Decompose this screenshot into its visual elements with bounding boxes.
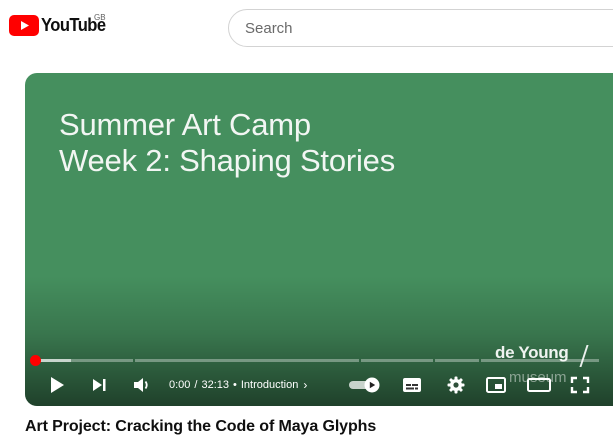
mute-button[interactable] bbox=[127, 371, 157, 399]
play-icon bbox=[51, 377, 64, 393]
chapter-segment[interactable] bbox=[435, 359, 479, 362]
chapter-title-button[interactable]: Introduction › bbox=[241, 378, 307, 392]
video-player[interactable]: Summer Art Camp Week 2: Shaping Stories … bbox=[25, 73, 613, 406]
video-frame-title-card: Summer Art Camp Week 2: Shaping Stories bbox=[59, 107, 395, 179]
chevron-right-icon: › bbox=[303, 378, 308, 392]
masthead: YouTube GB bbox=[0, 0, 613, 56]
fullscreen-button[interactable] bbox=[565, 371, 595, 399]
search-input[interactable] bbox=[229, 10, 605, 46]
title-card-line: Summer Art Camp bbox=[59, 107, 311, 142]
miniplayer-icon bbox=[486, 377, 506, 393]
title-card-line: Week 2: Shaping Stories bbox=[59, 143, 396, 178]
scrubber-handle[interactable] bbox=[30, 355, 41, 366]
watermark-slash-mark bbox=[579, 345, 589, 367]
duration: 32:13 bbox=[201, 379, 230, 391]
time-display: 0:00 / 32:13 • Introduction › bbox=[169, 371, 307, 399]
chapter-segment[interactable] bbox=[361, 359, 433, 362]
settings-gear-icon bbox=[447, 376, 465, 394]
volume-icon bbox=[134, 378, 148, 392]
chapter-segment[interactable] bbox=[481, 359, 599, 362]
chapter-segment[interactable] bbox=[135, 359, 359, 362]
next-button[interactable] bbox=[85, 371, 113, 399]
chapter-title: Introduction bbox=[240, 379, 299, 391]
subtitles-icon bbox=[403, 378, 421, 392]
player-controls: 0:00 / 32:13 • Introduction › bbox=[25, 371, 613, 399]
next-icon bbox=[93, 379, 106, 391]
theater-mode-icon bbox=[527, 378, 551, 392]
autoplay-toggle-icon bbox=[349, 377, 380, 393]
miniplayer-button[interactable] bbox=[481, 371, 511, 399]
play-button[interactable] bbox=[43, 371, 71, 399]
autoplay-toggle[interactable] bbox=[345, 371, 385, 399]
current-time: 0:00 bbox=[169, 379, 191, 391]
time-separator: / bbox=[194, 379, 198, 391]
progress-bar[interactable] bbox=[37, 359, 599, 362]
search-box[interactable] bbox=[228, 9, 613, 47]
subtitles-button[interactable] bbox=[397, 371, 427, 399]
buffered-progress bbox=[37, 359, 71, 362]
youtube-play-logo-icon bbox=[9, 14, 39, 36]
chapter-bullet: • bbox=[233, 379, 237, 391]
theater-mode-button[interactable] bbox=[523, 371, 555, 399]
fullscreen-icon bbox=[570, 376, 590, 394]
video-title: Art Project: Cracking the Code of Maya G… bbox=[25, 418, 377, 435]
settings-button[interactable] bbox=[441, 371, 471, 399]
region-code: GB bbox=[94, 13, 106, 22]
